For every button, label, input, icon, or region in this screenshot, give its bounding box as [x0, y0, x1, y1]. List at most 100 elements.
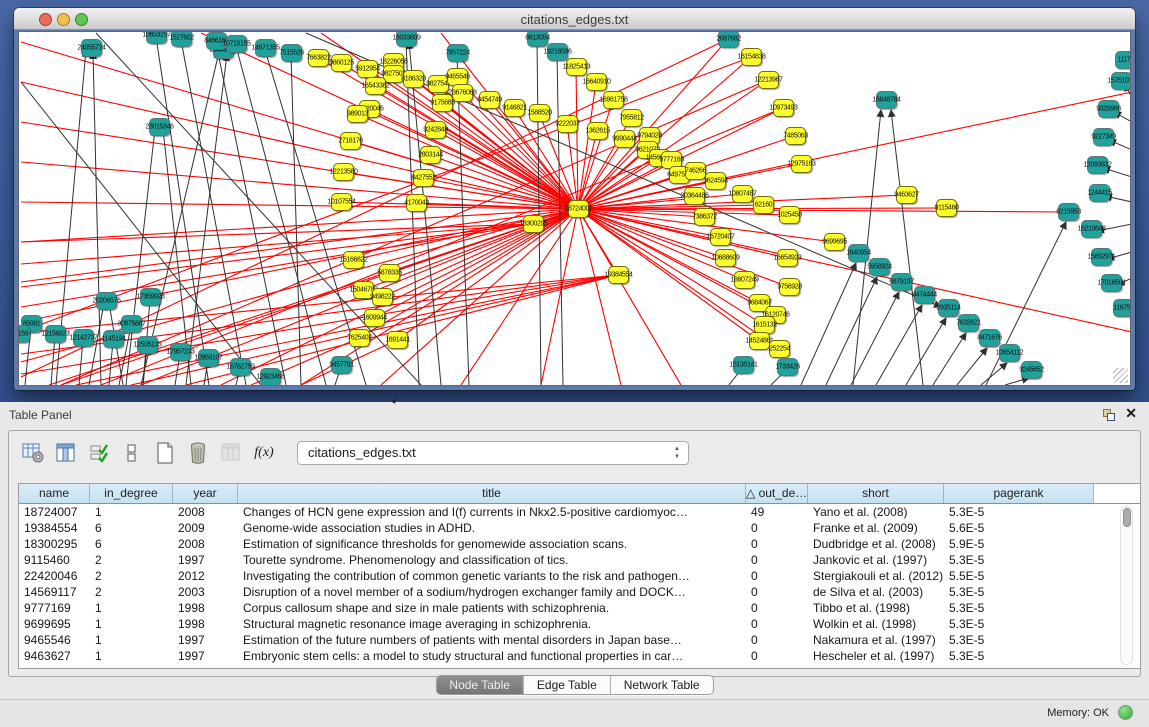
- graph-node[interactable]: 2087682: [718, 31, 739, 48]
- scrollbar-thumb[interactable]: [1123, 508, 1131, 527]
- graph-node[interactable]: 11825413: [566, 58, 587, 76]
- graph-node[interactable]: 12505133: [137, 336, 158, 354]
- graph-node[interactable]: 16782759: [230, 358, 251, 376]
- graph-node[interactable]: 8454749: [479, 91, 500, 109]
- graph-node[interactable]: 9146821: [504, 99, 525, 117]
- graph-node[interactable]: 10973493: [773, 99, 794, 117]
- column-header[interactable]: short: [808, 484, 944, 503]
- tab-network-table[interactable]: Network Table: [611, 676, 713, 694]
- graph-node[interactable]: 1527602: [171, 31, 192, 47]
- graph-node[interactable]: 7632621: [958, 314, 979, 332]
- graph-node[interactable]: 3624594: [705, 172, 726, 190]
- graph-node[interactable]: 30975887: [121, 315, 142, 333]
- graph-node[interactable]: 1640954: [848, 244, 869, 262]
- graph-node[interactable]: 8813054: [527, 31, 548, 47]
- table-row[interactable]: 911546021997Tourette syndrome. Phenomeno…: [19, 552, 1140, 568]
- graph-node[interactable]: 39159: [18, 325, 30, 343]
- graph-node[interactable]: 15166822: [343, 251, 364, 269]
- graph-node[interactable]: 7386372: [694, 208, 715, 226]
- graph-node[interactable]: 12142737: [73, 329, 94, 347]
- table-selector-dropdown[interactable]: citations_edges.txt ▲▼: [297, 441, 689, 465]
- graph-node[interactable]: 1733426: [777, 358, 798, 376]
- graph-node[interactable]: 6879197: [891, 273, 912, 291]
- column-header[interactable]: in_degree: [90, 484, 173, 503]
- graph-node[interactable]: 2718176: [340, 132, 361, 150]
- graph-node[interactable]: 2803144: [420, 146, 441, 164]
- graph-node[interactable]: 15135141: [733, 356, 754, 374]
- graph-node[interactable]: 8471676: [979, 329, 1000, 347]
- graph-node[interactable]: 11175: [1115, 51, 1131, 69]
- window-titlebar[interactable]: citations_edges.txt: [14, 8, 1135, 30]
- graph-node[interactable]: 7515526: [281, 44, 302, 62]
- graph-node[interactable]: 9457791: [331, 356, 352, 374]
- graph-node[interactable]: 19384554: [608, 266, 629, 284]
- graph-node[interactable]: 8186328: [403, 70, 424, 88]
- graph-node[interactable]: 9756928: [779, 278, 800, 296]
- column-header[interactable]: title: [238, 484, 746, 503]
- table-row[interactable]: 1830029562008Estimation of significance …: [19, 536, 1140, 552]
- graph-node[interactable]: 5912954: [357, 60, 378, 78]
- show-columns-icon[interactable]: [54, 441, 78, 465]
- graph-node[interactable]: 9329966: [1098, 100, 1119, 118]
- table-row[interactable]: 946554611997Estimation of the future num…: [19, 632, 1140, 648]
- graph-node[interactable]: 62160: [753, 196, 774, 214]
- graph-node[interactable]: 1025458: [779, 206, 800, 224]
- graph-node[interactable]: 10654112: [999, 344, 1020, 362]
- graph-node[interactable]: 9222037: [557, 115, 578, 133]
- toggle-rows-icon[interactable]: [120, 441, 144, 465]
- graph-node[interactable]: 16543382: [365, 77, 386, 95]
- graph-node[interactable]: 1145194: [103, 330, 124, 348]
- graph-node[interactable]: 9242848: [425, 121, 446, 139]
- graph-node[interactable]: 10958107: [198, 349, 219, 367]
- graph-node[interactable]: 16648784: [876, 91, 897, 109]
- graph-node[interactable]: 12923468: [260, 368, 281, 386]
- table-settings-icon[interactable]: [21, 441, 45, 465]
- column-header[interactable]: pagerank: [944, 484, 1094, 503]
- graph-node[interactable]: 2935114: [938, 299, 959, 317]
- graph-node[interactable]: 17957233: [170, 343, 191, 361]
- graph-node[interactable]: 10653257: [146, 31, 167, 44]
- graph-node[interactable]: 12213967: [758, 71, 779, 89]
- graph-node[interactable]: 23676068: [452, 84, 473, 102]
- graph-node[interactable]: 1362615: [587, 122, 608, 140]
- graph-node[interactable]: 9699695: [824, 233, 845, 251]
- graph-node[interactable]: 20364486: [684, 187, 705, 205]
- graph-node[interactable]: 12213580: [333, 163, 354, 181]
- graph-node[interactable]: 14524861: [749, 332, 770, 350]
- graph-node[interactable]: 7663822: [308, 49, 329, 67]
- graph-node[interactable]: 16033809: [396, 31, 417, 47]
- graph-node[interactable]: 16640910: [586, 73, 607, 91]
- graph-node[interactable]: 1244415: [1089, 184, 1110, 202]
- graph-node[interactable]: 23015346: [149, 118, 170, 136]
- graph-node[interactable]: 7955812: [621, 109, 642, 127]
- apply-function-icon[interactable]: f(x): [252, 441, 276, 465]
- graph-node[interactable]: 9245652: [1021, 361, 1042, 379]
- select-rows-icon[interactable]: [87, 441, 111, 465]
- graph-node[interactable]: 18807249: [734, 271, 755, 289]
- graph-node[interactable]: 9860125: [331, 54, 352, 72]
- graph-node[interactable]: 10107554: [331, 193, 352, 211]
- graph-node[interactable]: 18724007: [568, 200, 589, 218]
- graph-node[interactable]: 9463627: [896, 186, 917, 204]
- graph-node[interactable]: 12156823: [45, 325, 66, 343]
- float-panel-icon[interactable]: [1103, 409, 1115, 421]
- graph-node[interactable]: 9990444: [614, 130, 635, 148]
- graph-node[interactable]: 18300295: [523, 215, 544, 233]
- table-row[interactable]: 1456911722003Disruption of a novel membe…: [19, 584, 1140, 600]
- table-row[interactable]: 2242004622012Investigating the contribut…: [19, 568, 1140, 584]
- graph-node[interactable]: 1691441: [387, 331, 408, 349]
- table-row[interactable]: 1872400712008Changes of HCN gene express…: [19, 504, 1140, 520]
- graph-node[interactable]: 17016504: [1101, 274, 1122, 292]
- delete-table-icon[interactable]: [186, 441, 210, 465]
- close-panel-icon[interactable]: ✕: [1125, 405, 1137, 422]
- graph-node[interactable]: 8427552: [413, 169, 434, 187]
- table-row[interactable]: 969969511998Structural magnetic resonanc…: [19, 616, 1140, 632]
- graph-node[interactable]: 16154838: [741, 48, 762, 66]
- table-row[interactable]: 946362711997Embryonic stem cells: a mode…: [19, 648, 1140, 664]
- graph-node[interactable]: 5958924: [869, 258, 890, 276]
- graph-node[interactable]: 10719155: [226, 35, 247, 53]
- graph-node[interactable]: 9115460: [936, 199, 957, 217]
- graph-node[interactable]: 15751074: [1111, 72, 1131, 90]
- graph-node[interactable]: 15692971: [1091, 248, 1112, 266]
- graph-node[interactable]: 16654923: [777, 249, 798, 267]
